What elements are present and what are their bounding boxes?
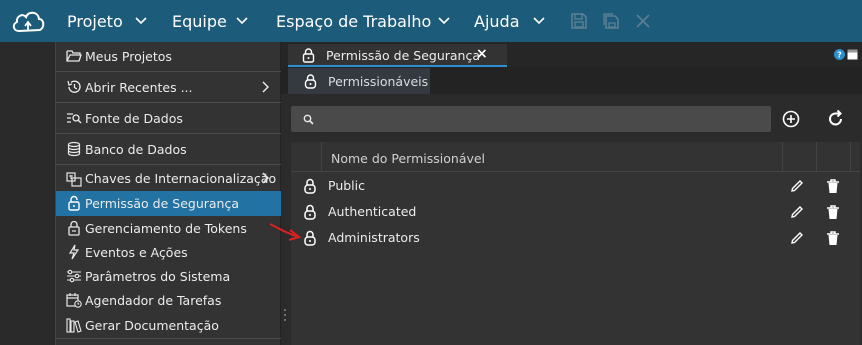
resize-grip-icon[interactable] xyxy=(283,308,287,322)
menu-ajuda-label: Ajuda xyxy=(474,11,520,31)
save-icon[interactable] xyxy=(570,12,588,30)
lightning-icon xyxy=(68,244,80,260)
column-divider xyxy=(850,142,851,172)
column-divider xyxy=(782,142,783,172)
panel-controls: ? xyxy=(834,49,858,60)
refresh-icon[interactable] xyxy=(825,108,847,130)
svg-text:?: ? xyxy=(837,51,842,60)
table-row[interactable]: Administrators xyxy=(291,225,860,251)
help-icon[interactable]: ? xyxy=(834,49,845,60)
chevron-down-icon[interactable] xyxy=(533,16,545,26)
dropdown-item-fonte-de-dados[interactable]: Fonte de Dados xyxy=(56,103,281,134)
menu-equipe[interactable]: Equipe xyxy=(172,0,227,42)
books-icon xyxy=(66,318,82,333)
delete-trash-icon[interactable] xyxy=(825,230,841,246)
dropdown-item-label: Abrir Recentes ... xyxy=(85,79,193,95)
tab-bar: Permissão de Segurança × ? xyxy=(281,42,862,67)
project-dropdown-menu: Meus Projetos Abrir Recentes ... Fonte d… xyxy=(55,42,281,345)
dropdown-item-label: Eventos e Ações xyxy=(85,244,188,260)
dropdown-item-parametros-do-sistema[interactable]: Parâmetros do Sistema xyxy=(56,264,281,288)
tab-label: Permissão de Segurança xyxy=(326,48,480,63)
menu-espaco-de-trabalho[interactable]: Espaço de Trabalho xyxy=(276,0,431,42)
dropdown-item-label: Meus Projetos xyxy=(85,49,172,64)
history-icon xyxy=(67,80,81,93)
datasource-search-icon xyxy=(67,113,82,124)
column-divider xyxy=(816,142,817,172)
lock-open-icon xyxy=(304,178,316,194)
delete-trash-icon[interactable] xyxy=(825,178,841,194)
table-row[interactable]: Authenticated xyxy=(291,199,860,225)
subtab-permissionaveis[interactable]: Permissionáveis xyxy=(288,68,430,94)
annotation-arrow-icon xyxy=(269,223,302,241)
chevron-right-icon xyxy=(262,172,269,184)
menu-espaco-label: Espaço de Trabalho xyxy=(276,11,432,31)
dropdown-item-abrir-recentes[interactable]: Abrir Recentes ... xyxy=(56,72,281,103)
search-icon xyxy=(303,114,314,125)
subtab-bar: Permissionáveis xyxy=(281,67,862,94)
column-header-nome: Nome do Permissionável xyxy=(331,151,486,166)
dropdown-item-label: Fonte de Dados xyxy=(85,110,183,126)
tab-permissao-de-seguranca[interactable]: Permissão de Segurança × xyxy=(288,44,507,67)
calendar-clock-icon xyxy=(66,293,82,308)
row-name: Public xyxy=(328,178,365,193)
edit-pencil-icon[interactable] xyxy=(789,178,805,194)
dropdown-item-label: Permissão de Segurança xyxy=(85,196,239,211)
column-divider xyxy=(321,142,322,172)
top-menu-bar: Projeto Equipe Espaço de Trabalho Ajuda xyxy=(0,0,862,42)
dropdown-item-gerenciamento-de-tokens[interactable]: Gerenciamento de Tokens xyxy=(56,216,281,240)
token-lock-icon xyxy=(68,220,80,236)
delete-trash-icon[interactable] xyxy=(825,204,841,220)
dropdown-item-meus-projetos[interactable]: Meus Projetos xyxy=(56,42,281,72)
row-name: Administrators xyxy=(328,230,420,245)
menu-projeto-label: Projeto xyxy=(67,11,123,31)
dropdown-item-agendador-de-tarefas[interactable]: Agendador de Tarefas xyxy=(56,288,281,312)
dropdown-item-label: Gerenciamento de Tokens xyxy=(85,220,247,236)
translate-icon xyxy=(66,172,82,187)
edit-pencil-icon[interactable] xyxy=(789,230,805,246)
sliders-icon xyxy=(67,269,81,283)
row-name: Authenticated xyxy=(328,204,417,219)
permissionables-table: Nome do Permissionável Public Authentica… xyxy=(291,142,860,345)
chevron-down-icon[interactable] xyxy=(135,16,147,26)
dropdown-item-banco-de-dados[interactable]: Banco de Dados xyxy=(56,134,281,165)
dropdown-item-gerar-documentacao[interactable]: Gerar Documentação xyxy=(56,312,281,339)
menu-equipe-label: Equipe xyxy=(172,11,227,31)
save-all-icon[interactable] xyxy=(602,12,620,30)
table-header: Nome do Permissionável xyxy=(291,142,860,172)
chevron-down-icon[interactable] xyxy=(438,16,450,26)
main-content: Permissão de Segurança × ? Permissionáve… xyxy=(281,42,862,345)
tab-close-icon[interactable]: × xyxy=(476,46,488,62)
folder-open-icon xyxy=(66,50,82,62)
search-field[interactable] xyxy=(291,106,771,132)
lock-open-icon xyxy=(304,74,317,89)
close-icon[interactable] xyxy=(634,12,652,30)
dropdown-item-label: Agendador de Tarefas xyxy=(85,292,222,308)
dropdown-item-label: Chaves de Internacionalização xyxy=(85,170,277,186)
dropdown-item-label: Gerar Documentação xyxy=(85,317,219,333)
dropdown-item-label: Parâmetros do Sistema xyxy=(85,268,231,284)
menu-projeto[interactable]: Projeto xyxy=(67,0,123,42)
dropdown-item-chaves-de-internacionalizacao[interactable]: Chaves de Internacionalização xyxy=(56,165,281,191)
edit-pencil-icon[interactable] xyxy=(789,204,805,220)
dropdown-item-eventos-e-acoes[interactable]: Eventos e Ações xyxy=(56,240,281,264)
cloud-logo-icon[interactable] xyxy=(10,7,46,35)
lock-icon xyxy=(302,48,315,63)
lock-open-icon xyxy=(304,230,316,246)
table-row[interactable]: Public xyxy=(291,173,860,199)
chevron-down-icon[interactable] xyxy=(236,16,248,26)
menu-ajuda[interactable]: Ajuda xyxy=(474,0,520,42)
lock-icon xyxy=(68,195,80,211)
left-sidebar-strip xyxy=(0,42,55,345)
lock-open-icon xyxy=(304,204,316,220)
chevron-right-icon xyxy=(262,81,269,93)
dropdown-item-label: Banco de Dados xyxy=(85,141,187,157)
add-icon[interactable] xyxy=(780,108,802,130)
subtab-label: Permissionáveis xyxy=(328,74,429,89)
database-icon xyxy=(67,141,81,157)
dropdown-item-permissao-de-seguranca[interactable]: Permissão de Segurança xyxy=(56,191,281,216)
maximize-icon[interactable] xyxy=(847,49,858,60)
